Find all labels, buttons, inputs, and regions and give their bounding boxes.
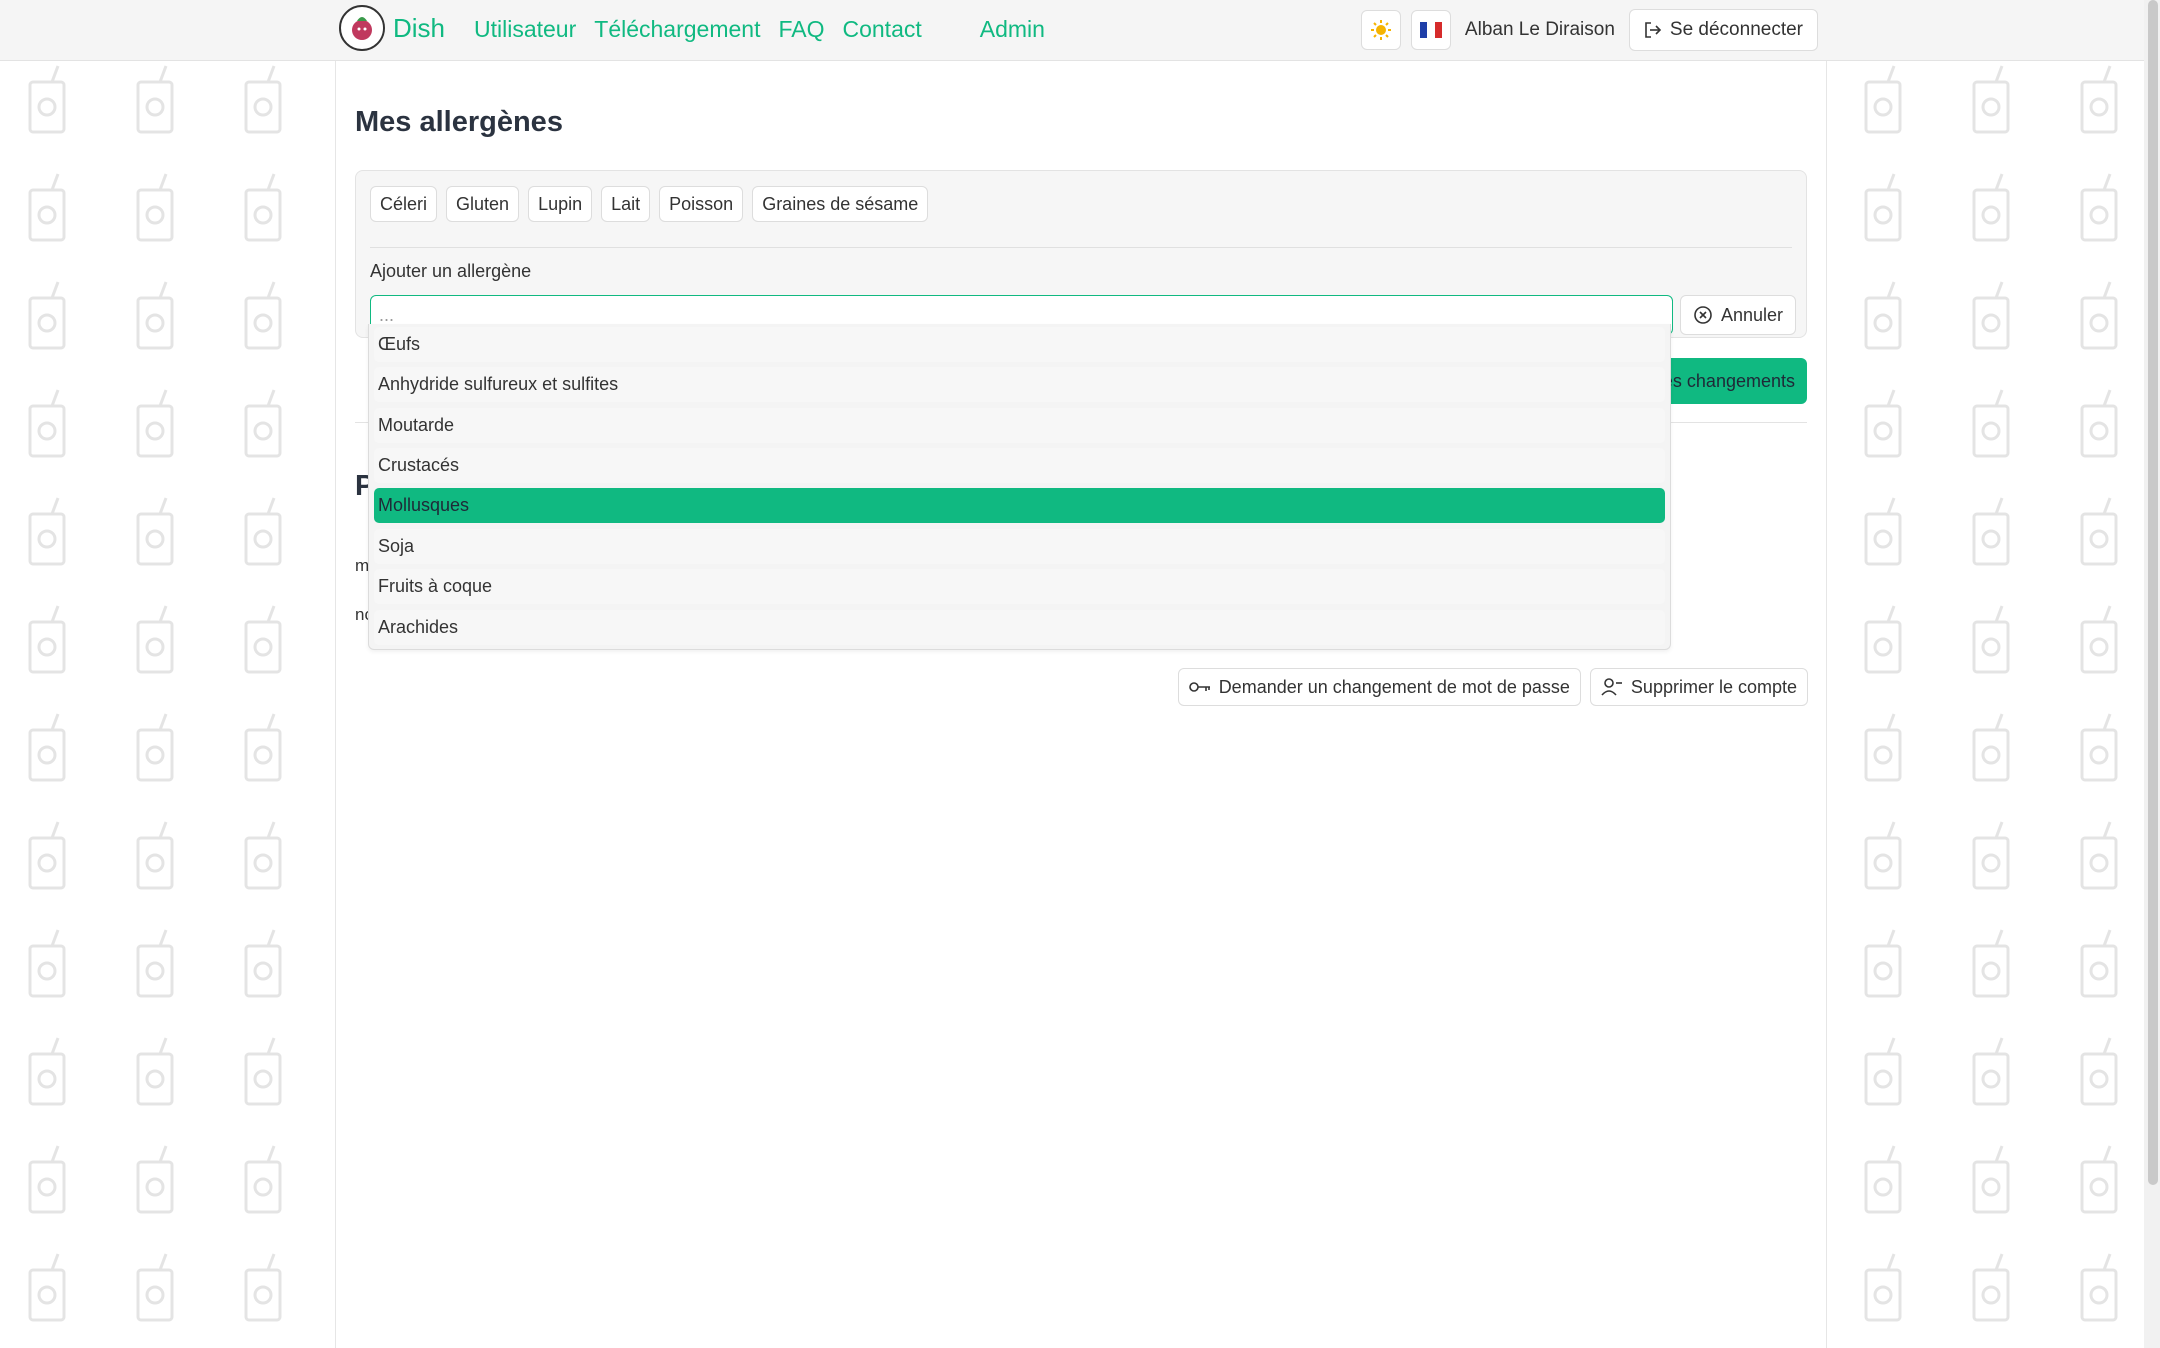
brand[interactable]: Dish [339,5,445,51]
dropdown-option-highlighted[interactable]: Mollusques [374,488,1665,523]
user-name: Alban Le Diraison [1464,19,1615,40]
dropdown-option[interactable]: Moutarde [374,408,1665,443]
brand-name[interactable]: Dish [393,13,445,44]
nav-link-contact[interactable]: Contact [842,16,921,43]
theme-toggle-button[interactable] [1360,10,1401,50]
french-flag-icon [1419,22,1442,38]
dropdown-option[interactable]: Soja [374,529,1665,564]
main-nav: Utilisateur Téléchargement FAQ Contact A… [474,16,1063,43]
dropdown-option[interactable]: Arachides [374,610,1665,645]
save-changes-label: es changements [1662,370,1795,391]
delete-account-label: Supprimer le compte [1630,676,1797,697]
page-scrollbar[interactable] [2144,0,2160,1348]
allergen-chips: Céleri Gluten Lupin Lait Poisson Graines… [370,186,929,222]
allergen-chip[interactable]: Lupin [528,186,593,222]
nav-link-telechargement[interactable]: Téléchargement [594,16,760,43]
add-allergen-label: Ajouter un allergène [370,261,532,281]
top-navbar: Dish Utilisateur Téléchargement FAQ Cont… [0,0,2160,61]
dropdown-option[interactable]: Anhydride sulfureux et sulfites [374,367,1665,402]
key-icon [1188,682,1210,692]
allergen-chip[interactable]: Poisson [659,186,744,222]
main-panel: Mes allergènes Céleri Gluten Lupin Lait … [335,60,1827,1348]
user-remove-icon [1601,678,1622,696]
language-button[interactable] [1410,10,1451,50]
nav-link-utilisateur[interactable]: Utilisateur [474,16,576,43]
sun-icon [1370,20,1391,40]
dish-logo-icon [339,5,385,51]
logout-button[interactable]: Se déconnecter [1628,9,1818,51]
allergens-title: Mes allergènes [355,106,563,138]
change-password-button[interactable]: Demander un changement de mot de passe [1177,668,1581,706]
allergen-chip[interactable]: Lait [601,186,651,222]
change-password-label: Demander un changement de mot de passe [1218,676,1570,697]
divider [370,247,1792,248]
logout-label: Se déconnecter [1669,19,1803,40]
close-circle-icon [1694,306,1712,324]
cancel-button[interactable]: Annuler [1680,295,1797,335]
delete-account-button[interactable]: Supprimer le compte [1589,668,1808,706]
scrollbar-thumb[interactable] [2148,0,2158,1185]
logout-icon [1645,22,1662,38]
allergen-card: Céleri Gluten Lupin Lait Poisson Graines… [355,170,1807,338]
cancel-label: Annuler [1721,304,1784,325]
allergen-chip[interactable]: Graines de sésame [752,186,929,222]
dropdown-option[interactable]: Crustacés [374,448,1665,483]
dropdown-option[interactable]: Fruits à coque [374,569,1665,604]
allergen-dropdown: Œufs Anhydride sulfureux et sulfites Mou… [368,324,1671,650]
save-changes-button[interactable]: es changements [1656,358,1807,404]
nav-link-faq[interactable]: FAQ [778,16,824,43]
allergen-chip[interactable]: Gluten [446,186,520,222]
allergen-chip[interactable]: Céleri [370,186,438,222]
dropdown-option[interactable]: Œufs [374,327,1665,362]
account-actions: Demander un changement de mot de passe S… [1177,668,1808,706]
navbar-right: Alban Le Diraison Se déconnecter [1360,9,1818,51]
nav-link-admin[interactable]: Admin [980,16,1045,43]
